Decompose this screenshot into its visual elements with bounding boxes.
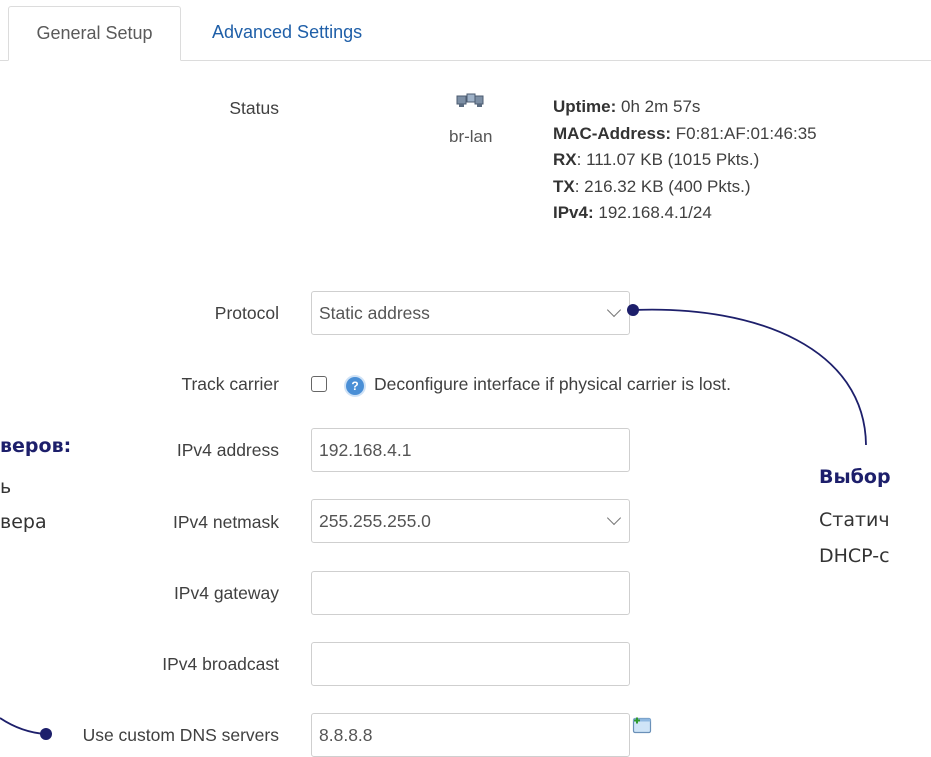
protocol-callout-line [632,308,867,446]
dns-callout-line [0,717,47,735]
annotation-connectors [0,304,867,740]
